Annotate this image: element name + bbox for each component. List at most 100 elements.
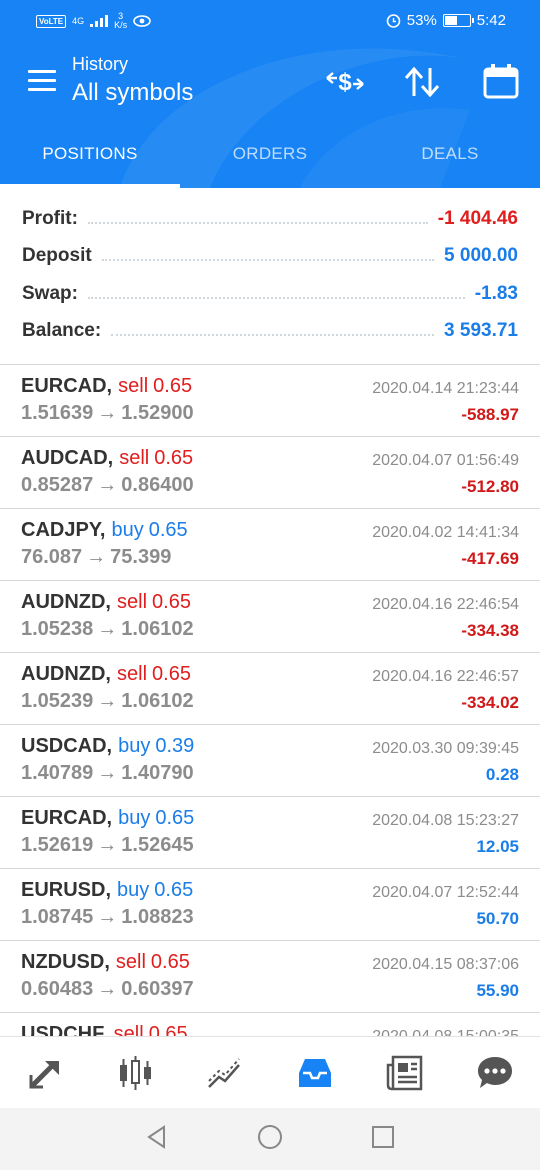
trade-volume: 0.65: [154, 447, 194, 469]
price-line: 0.60483 → 0.60397: [21, 978, 194, 1001]
system-navigation-bar: [0, 1108, 540, 1170]
switch-currency-icon[interactable]: $: [324, 62, 366, 107]
position-symbol-line: EURCAD, buy 0.65: [21, 807, 194, 830]
volte-badge: VoLTE: [36, 14, 67, 28]
bottom-navigation: [0, 1036, 540, 1109]
position-datetime: 2020.04.14 21:23:44: [372, 380, 519, 397]
close-price: 1.08823: [121, 906, 194, 928]
sort-icon[interactable]: [402, 62, 442, 107]
position-profit: -588.97: [461, 405, 519, 424]
position-symbol-line: USDCHF, sell 0.65: [21, 1023, 188, 1037]
position-row[interactable]: AUDCAD, sell 0.65 0.85287 → 0.86400 2020.04.07…: [0, 437, 540, 509]
trade-volume: 0.65: [148, 1023, 188, 1037]
summary-label: Profit:: [22, 207, 78, 229]
battery-icon: [442, 14, 474, 27]
position-symbol-line: USDCAD, buy 0.39: [21, 735, 194, 758]
tab-bar: POSITIONS ORDERS DEALS: [0, 124, 540, 188]
trend-chart-icon[interactable]: [180, 1037, 270, 1109]
arrow-right-icon: →: [97, 762, 118, 784]
recents-icon[interactable]: [370, 1124, 396, 1155]
home-icon[interactable]: [256, 1123, 284, 1156]
price-line: 1.40789 → 1.40790: [21, 762, 194, 785]
position-datetime: 2020.04.15 08:37:06: [372, 956, 519, 973]
close-price: 1.06102: [121, 618, 194, 640]
summary-row-balance: Balance: 3 593.71: [0, 313, 540, 351]
arrow-right-icon: →: [97, 906, 118, 928]
position-profit: -512.80: [461, 477, 519, 496]
trade-side: buy: [118, 735, 151, 757]
candlestick-chart-icon[interactable]: [90, 1037, 180, 1109]
trade-arrow-icon[interactable]: [0, 1037, 90, 1109]
position-symbol-line: EURUSD, buy 0.65: [21, 879, 193, 902]
summary-label: Balance:: [22, 320, 102, 342]
trade-volume: 0.65: [154, 879, 194, 901]
tab-deals[interactable]: DEALS: [360, 124, 540, 188]
price-line: 1.52619 → 1.52645: [21, 834, 194, 857]
symbol-name: USDCAD,: [21, 735, 113, 757]
price-line: 1.05239 → 1.06102: [21, 690, 194, 713]
position-datetime: 2020.04.02 14:41:34: [372, 524, 519, 541]
symbol-name: AUDNZD,: [21, 591, 111, 613]
price-line: 1.51639 → 1.52900: [21, 402, 194, 425]
open-price: 0.60483: [21, 978, 94, 1000]
news-icon[interactable]: [360, 1037, 450, 1109]
arrow-right-icon: →: [97, 978, 118, 1000]
position-row[interactable]: AUDNZD, sell 0.65 1.05238 → 1.06102 2020.04.16…: [0, 581, 540, 653]
close-price: 75.399: [110, 546, 172, 568]
header-titles: History All symbols: [72, 52, 193, 110]
position-datetime: 2020.04.16 22:46:54: [372, 596, 519, 613]
open-price: 0.85287: [21, 474, 94, 496]
position-row[interactable]: EURCAD, sell 0.65 1.51639 → 1.52900 2020.04.14…: [0, 365, 540, 437]
position-row[interactable]: CADJPY, buy 0.65 76.087 → 75.399 2020.04.02 14…: [0, 509, 540, 581]
position-row[interactable]: USDCAD, buy 0.39 1.40789 → 1.40790 2020.03.30 …: [0, 725, 540, 797]
history-inbox-icon[interactable]: [270, 1037, 360, 1109]
leader-dots: [111, 334, 435, 337]
symbol-name: USDCHF,: [21, 1023, 108, 1037]
position-profit: 50.70: [476, 909, 519, 928]
position-profit: 55.90: [476, 981, 519, 1000]
position-row[interactable]: USDCHF, sell 0.65 2020.04.08 15:00:35: [0, 1013, 540, 1037]
position-row[interactable]: EURCAD, buy 0.65 1.52619 → 1.52645 2020.04.08 …: [0, 797, 540, 869]
position-datetime: 2020.04.07 12:52:44: [372, 884, 519, 901]
tab-orders[interactable]: ORDERS: [180, 124, 360, 188]
open-price: 76.087: [21, 546, 83, 568]
open-price: 1.51639: [21, 402, 94, 424]
leader-dots: [87, 221, 428, 224]
positions-list[interactable]: EURCAD, sell 0.65 1.51639 → 1.52900 2020.04.14…: [0, 364, 540, 1037]
symbol-name: NZDUSD,: [21, 951, 110, 973]
position-row[interactable]: NZDUSD, sell 0.65 0.60483 → 0.60397 2020.04.15…: [0, 941, 540, 1013]
battery-percent: 53%: [406, 12, 437, 29]
position-profit: -334.38: [461, 621, 519, 640]
summary-label: Deposit: [22, 245, 92, 267]
open-price: 1.05239: [21, 690, 94, 712]
symbol-name: EURCAD,: [21, 375, 113, 397]
summary-value: 3 593.71: [444, 320, 518, 342]
back-icon[interactable]: [144, 1124, 170, 1155]
price-line: 76.087 → 75.399: [21, 546, 171, 569]
eye-comfort-icon: [133, 15, 151, 27]
symbol-name: AUDCAD,: [21, 447, 114, 469]
header-title[interactable]: All symbols: [72, 76, 193, 110]
summary-row-profit: Profit: -1 404.46: [0, 200, 540, 238]
network-speed: 3 K/s: [114, 12, 127, 30]
position-datetime: 2020.03.30 09:39:45: [372, 740, 519, 757]
summary-row-swap: Swap: -1.83: [0, 275, 540, 313]
tab-positions[interactable]: POSITIONS: [0, 124, 180, 188]
chat-icon[interactable]: [450, 1037, 540, 1109]
position-row[interactable]: EURUSD, buy 0.65 1.08745 → 1.08823 2020.04.07 …: [0, 869, 540, 941]
menu-icon[interactable]: [28, 70, 56, 92]
open-price: 1.05238: [21, 618, 94, 640]
arrow-right-icon: →: [97, 618, 118, 640]
trade-volume: 0.39: [155, 735, 195, 757]
close-price: 0.60397: [121, 978, 194, 1000]
alarm-icon: [386, 14, 401, 28]
arrow-right-icon: →: [97, 402, 118, 424]
calendar-icon[interactable]: [482, 62, 520, 107]
position-datetime: 2020.04.07 01:56:49: [372, 452, 519, 469]
summary-row-deposit: Deposit 5 000.00: [0, 238, 540, 276]
position-profit: 12.05: [476, 837, 519, 856]
position-row[interactable]: AUDNZD, sell 0.65 1.05239 → 1.06102 2020.04.16…: [0, 653, 540, 725]
position-symbol-line: CADJPY, buy 0.65: [21, 519, 188, 542]
position-symbol-line: AUDNZD, sell 0.65: [21, 663, 191, 686]
trade-volume: 0.65: [153, 375, 193, 397]
